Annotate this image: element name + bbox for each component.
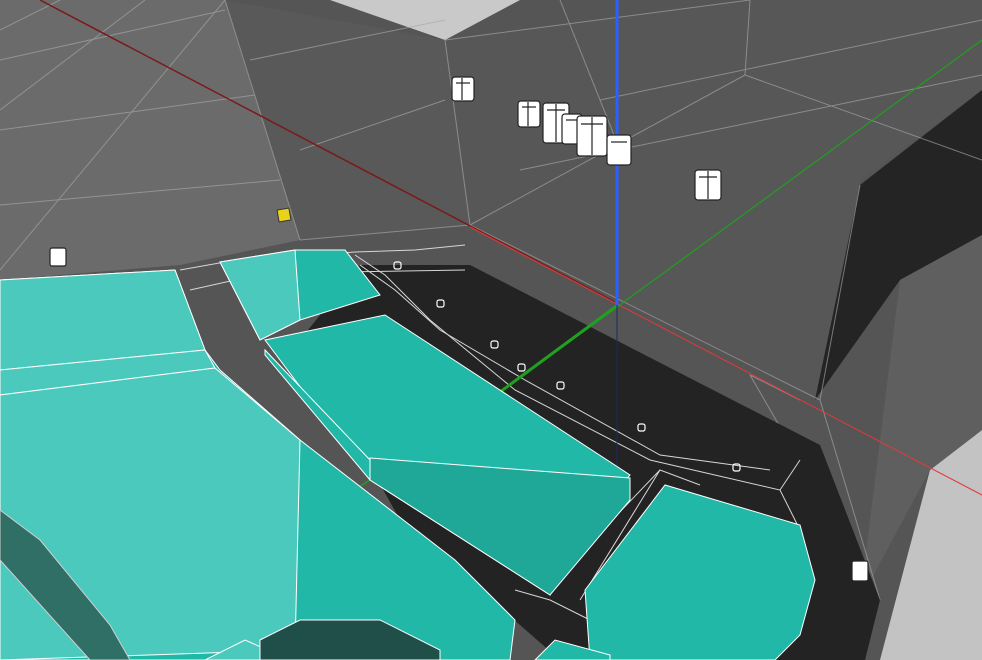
3d-viewport[interactable] [0, 0, 982, 660]
speaker-9 [851, 560, 869, 582]
selected-speaker[interactable] [276, 207, 292, 223]
speaker-5 [576, 115, 608, 157]
speaker-6 [606, 134, 632, 166]
speaker-2 [517, 100, 541, 128]
speaker-7 [694, 169, 722, 201]
speaker-1 [451, 76, 475, 102]
speaker-8 [49, 247, 67, 267]
